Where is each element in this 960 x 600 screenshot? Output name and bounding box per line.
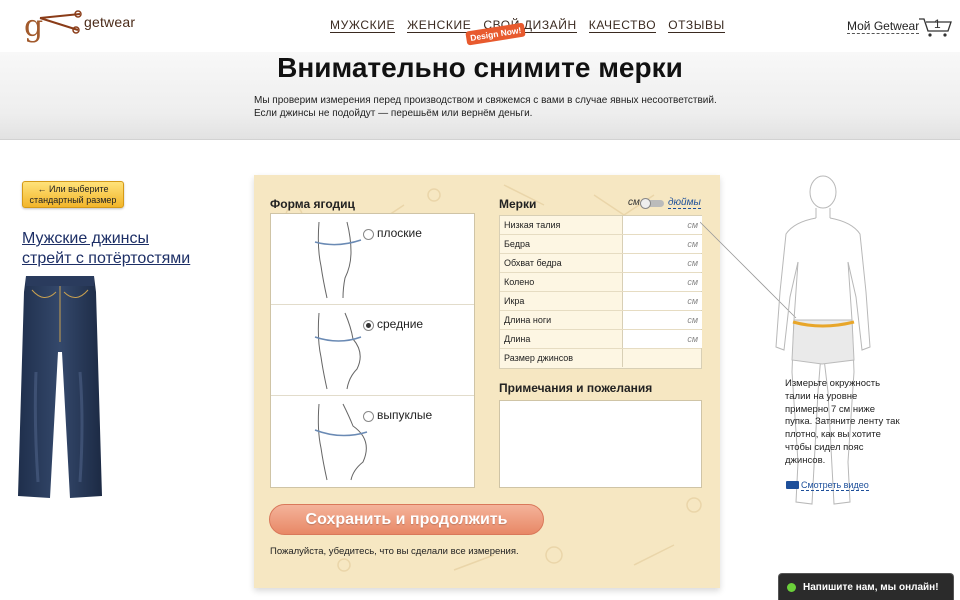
- leg-length-input[interactable]: см: [622, 311, 702, 329]
- radio-flat-label[interactable]: плоские: [377, 226, 422, 240]
- measurement-row: Размер джинсов: [500, 349, 701, 368]
- measurements-table: Низкая талия см Бедра см Обхват бедра см…: [499, 215, 702, 369]
- notes-title: Примечания и пожелания: [499, 381, 653, 395]
- measuring-hint: Измерьте окружность талии на уровне прим…: [785, 378, 900, 466]
- knee-input[interactable]: см: [622, 273, 702, 291]
- unit-switch-knob[interactable]: [640, 198, 651, 209]
- measurements-title: Мерки: [499, 197, 537, 211]
- nav-quality[interactable]: КАЧЕСТВО: [588, 18, 657, 33]
- product-title-link[interactable]: Мужские джинсы стрейт с потёртостями: [22, 229, 202, 269]
- measurement-form-panel: Форма ягодиц плоские средние выпуклые Ме…: [254, 175, 720, 588]
- unit-label: см: [687, 220, 698, 230]
- measurement-row: Колено см: [500, 273, 702, 292]
- nav-men[interactable]: МУЖСКИЕ: [330, 18, 396, 33]
- hip-option-medium[interactable]: средние: [271, 305, 474, 396]
- measurement-row: Бедра см: [500, 235, 702, 254]
- hips-input[interactable]: см: [622, 235, 702, 253]
- account-link[interactable]: Мой Getwear: [847, 19, 920, 34]
- unit-cm-label[interactable]: см: [628, 197, 640, 208]
- video-camera-icon[interactable]: [786, 481, 799, 489]
- unit-label: см: [687, 239, 698, 249]
- hip-shape-title: Форма ягодиц: [270, 197, 355, 211]
- jeans-image: [18, 276, 102, 498]
- online-status-icon: [787, 583, 796, 592]
- measurement-label-calf: Икра: [504, 296, 525, 306]
- radio-flat[interactable]: [363, 229, 374, 240]
- page-title: Внимательно снимите мерки: [277, 52, 683, 83]
- measurement-row: Обхват бедра см: [500, 254, 702, 273]
- jeans-size-select[interactable]: [622, 349, 702, 367]
- thigh-input[interactable]: см: [622, 254, 702, 272]
- hip-shape-options: плоские средние выпуклые: [270, 213, 475, 488]
- unit-label: см: [687, 334, 698, 344]
- measurement-row: Длина ноги см: [500, 311, 702, 330]
- save-hint-text: Пожалуйста, убедитесь, что вы сделали вс…: [270, 546, 519, 557]
- unit-label: см: [687, 258, 698, 268]
- measurement-row: Икра см: [500, 292, 702, 311]
- radio-round[interactable]: [363, 411, 374, 422]
- measurement-row: Низкая талия см: [500, 216, 702, 235]
- measurement-label-hips: Бедра: [504, 239, 530, 249]
- radio-medium-label[interactable]: средние: [377, 317, 423, 331]
- unit-inches-link[interactable]: дюймы: [668, 197, 701, 209]
- notes-textarea[interactable]: [499, 400, 702, 488]
- hip-option-round[interactable]: выпуклые: [271, 396, 474, 487]
- measurement-label-jeans-size: Размер джинсов: [504, 353, 574, 363]
- measurement-label-leg-length: Длина ноги: [504, 315, 552, 325]
- measurement-label-low-waist: Низкая талия: [504, 220, 561, 230]
- measurement-label-length: Длина: [504, 334, 531, 344]
- radio-round-label[interactable]: выпуклые: [377, 408, 432, 422]
- save-continue-button[interactable]: Сохранить и продолжить: [269, 504, 544, 535]
- main-nav: МУЖСКИЕ ЖЕНСКИЕ СВОЙ ДИЗАЙН КАЧЕСТВО ОТЗ…: [330, 18, 725, 33]
- measurement-label-thigh: Обхват бедра: [504, 258, 562, 268]
- round-hip-figure-icon: [314, 403, 368, 481]
- unit-label: см: [687, 296, 698, 306]
- unit-label: см: [687, 315, 698, 325]
- measurement-row: Длина см: [500, 330, 702, 349]
- logo-text[interactable]: getwear: [84, 14, 135, 30]
- getwear-logo-icon[interactable]: g: [22, 8, 84, 44]
- nav-reviews[interactable]: ОТЗЫВЫ: [668, 18, 725, 33]
- low-waist-input[interactable]: см: [622, 216, 702, 234]
- online-chat-widget[interactable]: Напишите нам, мы онлайн!: [778, 573, 954, 600]
- banner-text: Мы проверим измерения перед производство…: [254, 95, 717, 119]
- nav-women[interactable]: ЖЕНСКИЕ: [407, 18, 472, 33]
- hip-option-flat[interactable]: плоские: [271, 214, 474, 305]
- site-header: g getwear МУЖСКИЕ ЖЕНСКИЕ СВОЙ ДИЗАЙН КА…: [0, 0, 960, 52]
- radio-medium[interactable]: [363, 320, 374, 331]
- cart-count[interactable]: 1: [934, 17, 941, 31]
- chat-label[interactable]: Напишите нам, мы онлайн!: [803, 582, 939, 593]
- svg-text:g: g: [24, 9, 43, 44]
- calf-input[interactable]: см: [622, 292, 702, 310]
- length-input[interactable]: см: [622, 330, 702, 348]
- flat-hip-figure-icon: [314, 221, 362, 299]
- unit-label: см: [687, 277, 698, 287]
- medium-hip-figure-icon: [314, 312, 362, 390]
- watch-video-link[interactable]: Смотреть видео: [801, 480, 869, 491]
- page-banner: Внимательно снимите мерки Мы проверим из…: [0, 52, 960, 140]
- measurement-label-knee: Колено: [504, 277, 535, 287]
- standard-size-button[interactable]: ← Или выберите стандартный размер: [22, 181, 124, 208]
